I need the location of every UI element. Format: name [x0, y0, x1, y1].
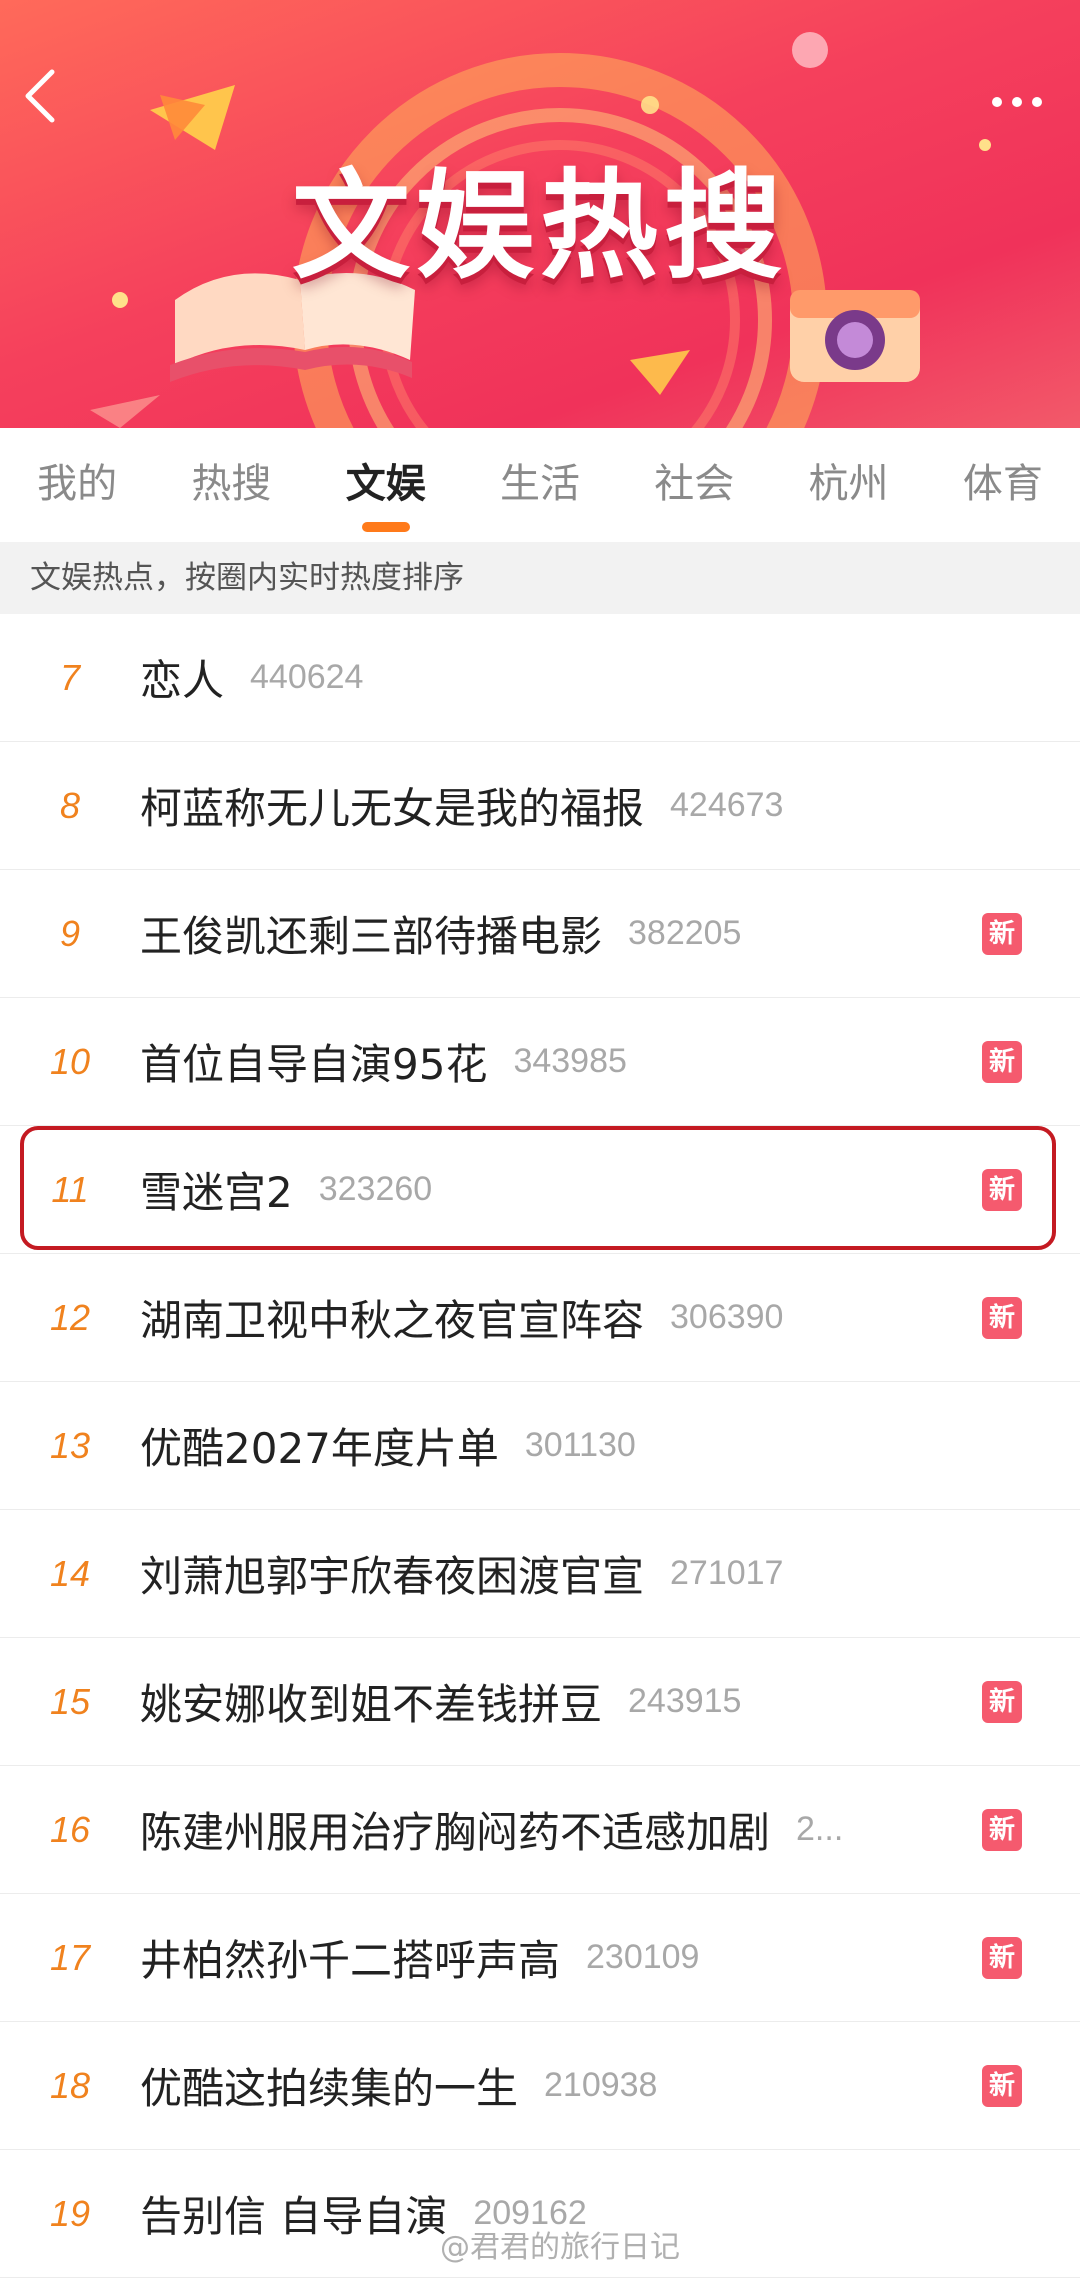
heat-count: 323260	[318, 1170, 433, 1208]
new-badge: 新	[982, 1168, 1022, 1211]
topic-title: 优酷2027年度片单	[140, 1424, 499, 1473]
rank-number: 15	[49, 1680, 91, 1722]
new-badge: 新	[982, 1680, 1022, 1723]
list-item[interactable]: 15 姚安娜收到姐不差钱拼豆 243915 新	[0, 1638, 1080, 1766]
tab-sports[interactable]: 体育	[926, 428, 1080, 542]
rank-number: 8	[59, 784, 81, 826]
banner-title: 文娱热搜	[291, 157, 788, 295]
rank-number: 16	[49, 1808, 91, 1850]
topic-title: 恋人	[140, 656, 225, 705]
new-badge: 新	[982, 1936, 1022, 1979]
list-item[interactable]: 17 井柏然孙千二搭呼声高 230109 新	[0, 1894, 1080, 2022]
list-item[interactable]: 10 首位自导自演95花 343985 新	[0, 998, 1080, 1126]
rank-number: 14	[49, 1552, 91, 1594]
heat-count: 243915	[628, 1682, 742, 1720]
heat-count: 2...	[796, 1810, 844, 1848]
new-badge: 新	[982, 2064, 1022, 2107]
heat-count: 271017	[670, 1554, 784, 1592]
tab-hot-search[interactable]: 热搜	[154, 428, 308, 542]
rank-number: 12	[49, 1296, 91, 1338]
section-description: 文娱热点，按圈内实时热度排序	[0, 542, 1080, 614]
heat-count: 440624	[250, 658, 364, 696]
list-item[interactable]: 18 优酷这拍续集的一生 210938 新	[0, 2022, 1080, 2150]
chevron-left-icon	[25, 69, 55, 123]
watermark: @君君的旅行日记	[440, 2230, 680, 2265]
topic-title: 姚安娜收到姐不差钱拼豆	[140, 1680, 603, 1729]
rank-number: 10	[49, 1040, 91, 1082]
heat-count: 306390	[670, 1298, 784, 1336]
list-item[interactable]: 11 雪迷宫2 323260 新	[0, 1126, 1080, 1254]
tab-society[interactable]: 社会	[617, 428, 771, 542]
heat-count: 343985	[513, 1042, 627, 1080]
topic-title: 雪迷宫2	[140, 1168, 293, 1217]
rank-number: 7	[59, 656, 81, 698]
heat-count: 210938	[544, 2066, 658, 2104]
heat-count: 424673	[670, 786, 784, 824]
category-tabs: 我的 热搜 文娱 生活 社会 杭州 体育	[0, 428, 1080, 542]
heat-count: 382205	[628, 914, 742, 952]
tab-hangzhou[interactable]: 杭州	[771, 428, 925, 542]
topic-title: 湖南卫视中秋之夜官宣阵容	[140, 1296, 645, 1345]
topic-title: 告别信 自导自演	[140, 2192, 448, 2241]
rank-number: 17	[49, 1936, 91, 1978]
more-button[interactable]	[982, 82, 1052, 122]
back-button[interactable]	[22, 68, 82, 138]
list-item[interactable]: 14 刘萧旭郭宇欣春夜困渡官宣 271017	[0, 1510, 1080, 1638]
rank-number: 9	[59, 912, 81, 954]
heat-count: 301130	[524, 1426, 636, 1464]
rank-number: 19	[49, 2192, 91, 2234]
list-item[interactable]: 13 优酷2027年度片单 301130	[0, 1382, 1080, 1510]
topic-title: 优酷这拍续集的一生	[140, 2064, 519, 2113]
list-item[interactable]: 12 湖南卫视中秋之夜官宣阵容 306390 新	[0, 1254, 1080, 1382]
topic-title: 王俊凯还剩三部待播电影	[140, 912, 603, 961]
topic-title: 井柏然孙千二搭呼声高	[140, 1936, 561, 1985]
list-item[interactable]: 16 陈建州服用治疗胸闷药不适感加剧 2... 新	[0, 1766, 1080, 1894]
new-badge: 新	[982, 912, 1022, 955]
tab-life[interactable]: 生活	[463, 428, 617, 542]
list-item[interactable]: 8 柯蓝称无儿无女是我的福报 424673	[0, 742, 1080, 870]
topic-title: 柯蓝称无儿无女是我的福报	[140, 784, 645, 833]
topic-title: 刘萧旭郭宇欣春夜困渡官宣	[140, 1552, 645, 1601]
heat-count: 230109	[586, 1938, 700, 1976]
new-badge: 新	[982, 1040, 1022, 1083]
tab-mine[interactable]: 我的	[0, 428, 154, 542]
rank-number: 11	[51, 1168, 89, 1210]
header-banner: 文娱热搜	[0, 0, 1080, 428]
new-badge: 新	[982, 1808, 1022, 1851]
topic-title: 首位自导自演95花	[140, 1040, 488, 1089]
rank-number: 18	[49, 2064, 91, 2106]
list-item[interactable]: 7 恋人 440624	[0, 614, 1080, 742]
new-badge: 新	[982, 1296, 1022, 1339]
topic-title: 陈建州服用治疗胸闷药不适感加剧	[140, 1808, 771, 1857]
rank-number: 13	[49, 1424, 91, 1466]
list-item[interactable]: 9 王俊凯还剩三部待播电影 382205 新	[0, 870, 1080, 998]
tab-entertainment[interactable]: 文娱	[309, 428, 463, 542]
hot-search-list: 7 恋人 440624 8 柯蓝称无儿无女是我的福报 424673 9 王俊凯还…	[0, 614, 1080, 2278]
more-dots-icon	[992, 97, 1002, 107]
